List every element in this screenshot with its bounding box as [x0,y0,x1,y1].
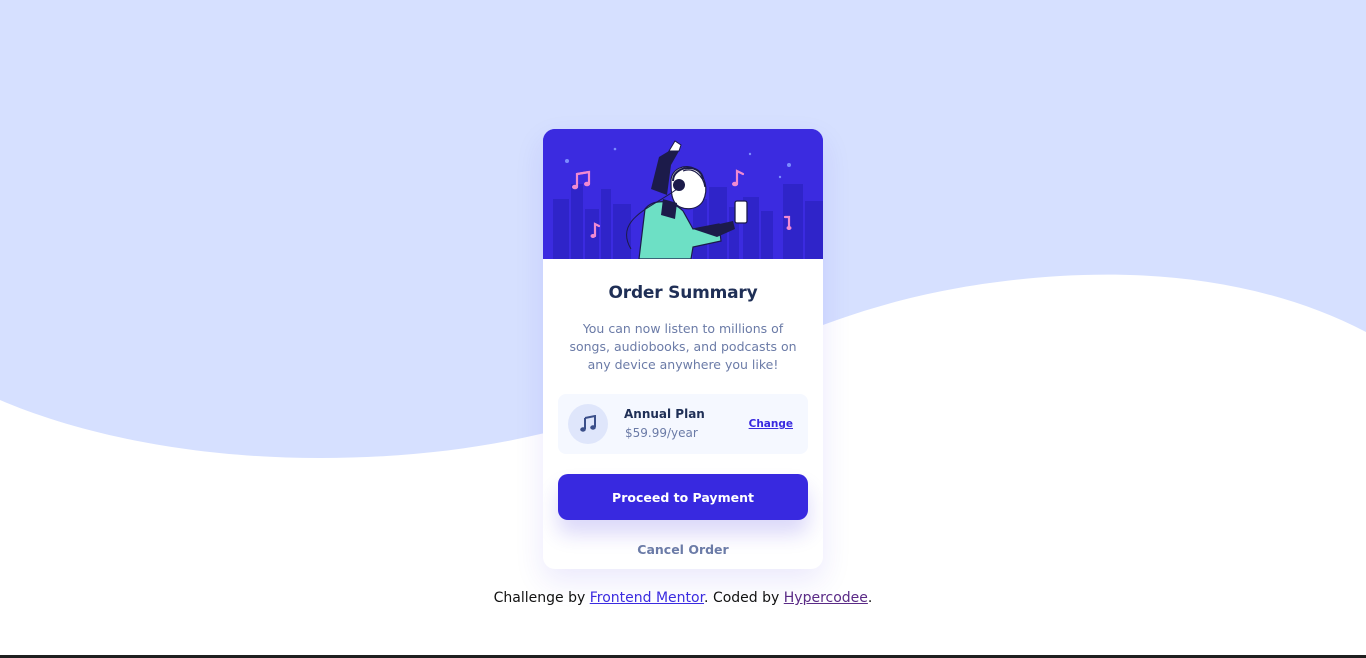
change-plan-link[interactable]: Change [749,418,793,430]
attribution-middle: . Coded by [704,590,784,606]
order-summary-card: Order Summary You can now listen to mill… [543,129,823,569]
author-link[interactable]: Hypercodee [784,590,868,606]
plan-box: Annual Plan $59.99/year Change [558,394,808,454]
hero-illustration [543,129,823,259]
plan-name: Annual Plan [624,407,705,421]
card-title: Order Summary [608,283,758,303]
attribution-suffix: . [867,590,873,606]
attribution-prefix: Challenge by [493,590,590,606]
card-description: You can now listen to millions of songs,… [569,321,797,372]
attribution: Challenge by Frontend Mentor. Coded by H… [0,590,1366,606]
cancel-order-button[interactable]: Cancel Order [543,539,823,559]
music-note-icon [568,404,608,444]
frontend-mentor-link[interactable]: Frontend Mentor [590,590,704,606]
proceed-to-payment-button[interactable]: Proceed to Payment [558,474,808,520]
plan-price: $59.99/year [625,426,698,440]
